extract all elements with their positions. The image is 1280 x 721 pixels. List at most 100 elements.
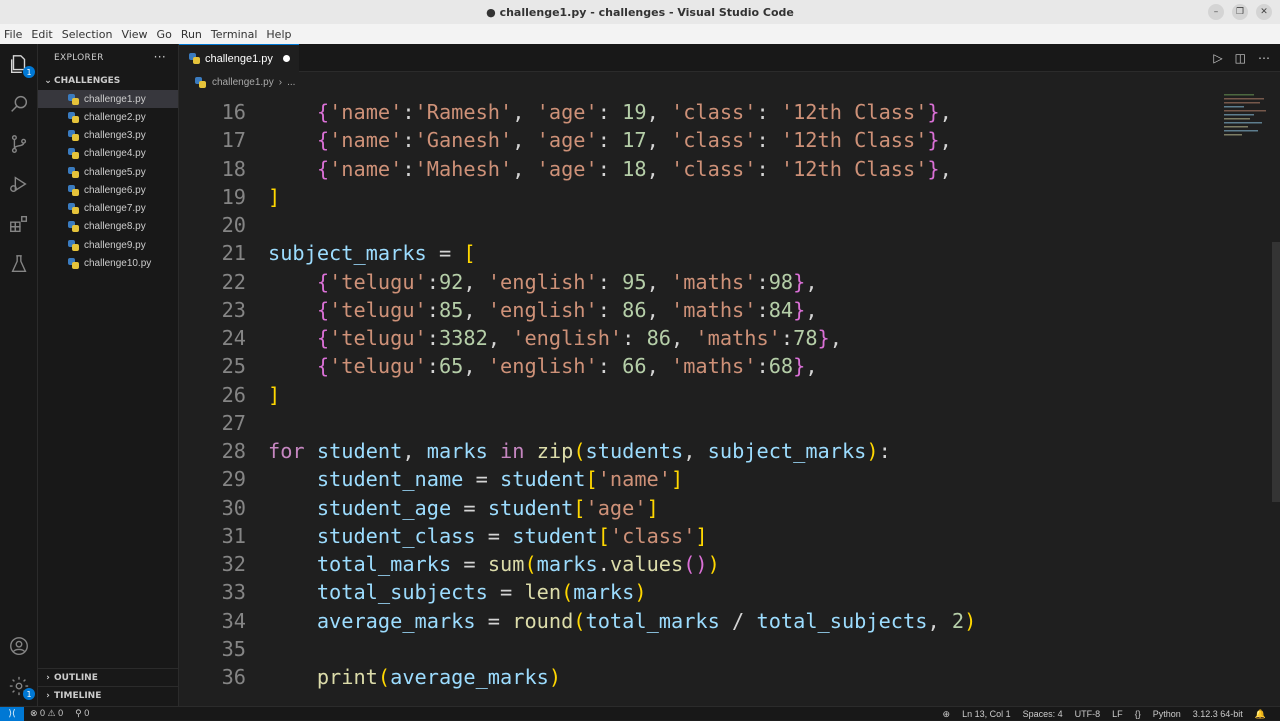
code-token: :: [402, 100, 415, 124]
file-item[interactable]: challenge7.py: [38, 200, 178, 218]
language-mode[interactable]: Python: [1147, 709, 1187, 719]
code-token: 'telugu': [329, 297, 427, 322]
code-line[interactable]: 29 student_name = student['name']: [179, 465, 1219, 493]
eol-status[interactable]: LF: [1106, 709, 1129, 719]
encoding-status[interactable]: UTF-8: [1069, 709, 1107, 719]
line-number: 28: [221, 439, 246, 463]
code-token: 86: [646, 326, 671, 350]
file-item[interactable]: challenge4.py: [38, 145, 178, 163]
code-line[interactable]: 23 {'telugu':85, 'english': 86, 'maths':…: [179, 296, 1219, 324]
code-token: 'Ganesh': [414, 128, 513, 153]
search-icon[interactable]: [7, 92, 31, 116]
menu-item-file[interactable]: File: [0, 28, 27, 41]
account-icon[interactable]: [7, 634, 31, 658]
code-line[interactable]: 19]: [179, 183, 1219, 211]
status-right: ⊕ Ln 13, Col 1 Spaces: 4 UTF-8 LF {} Pyt…: [937, 707, 1272, 721]
minimap[interactable]: [1222, 92, 1272, 152]
python-interpreter[interactable]: 3.12.3 64-bit: [1187, 709, 1249, 719]
code-text: {'telugu':65, 'english': 66, 'maths':68}…: [268, 352, 818, 380]
explorer-header: EXPLORER ···: [38, 44, 178, 72]
unsaved-dot-icon[interactable]: [282, 55, 290, 62]
code-line[interactable]: 21 subject_marks = [: [179, 239, 1219, 267]
run-debug-icon[interactable]: [7, 172, 31, 196]
minimize-icon[interactable]: –: [1208, 4, 1224, 20]
code-token: =: [487, 580, 525, 605]
menu-item-help[interactable]: Help: [262, 28, 296, 41]
file-item[interactable]: challenge9.py: [38, 236, 178, 254]
indentation-status[interactable]: Spaces: 4: [1017, 709, 1069, 719]
code-token: [: [463, 241, 476, 266]
extensions-icon[interactable]: [7, 212, 31, 236]
file-item[interactable]: challenge3.py: [38, 127, 178, 145]
ports-status[interactable]: ⚲ 0: [69, 708, 95, 719]
code-text: student_class = student['class']: [268, 522, 708, 550]
outline-section[interactable]: › OUTLINE: [38, 668, 179, 686]
zoom-icon[interactable]: ⊕: [937, 709, 957, 720]
menu-item-terminal[interactable]: Terminal: [207, 28, 263, 41]
code-line[interactable]: 24 {'telugu':3382, 'english': 86, 'maths…: [179, 324, 1219, 352]
code-token: ,: [646, 156, 671, 181]
tab-challenge1[interactable]: challenge1.py: [179, 44, 299, 72]
vertical-scrollbar[interactable]: [1272, 242, 1280, 502]
code-line[interactable]: 18 {'name':'Mahesh', 'age': 18, 'class':…: [179, 155, 1219, 183]
file-item[interactable]: challenge6.py: [38, 181, 178, 199]
code-line[interactable]: 28 for student, marks in zip(students, su…: [179, 437, 1219, 465]
settings-gear-icon[interactable]: 1: [7, 674, 35, 700]
notifications-icon[interactable]: 🔔: [1249, 709, 1272, 720]
run-file-icon[interactable]: ▷: [1213, 51, 1222, 65]
timeline-section[interactable]: › TIMELINE: [38, 686, 179, 704]
breadcrumb-file[interactable]: challenge1.py: [212, 77, 274, 88]
more-actions-icon[interactable]: ⋯: [1258, 51, 1270, 65]
more-actions-icon[interactable]: ···: [154, 50, 166, 64]
code-line[interactable]: 25 {'telugu':65, 'english': 66, 'maths':…: [179, 352, 1219, 380]
line-number: 36: [221, 665, 246, 689]
file-item[interactable]: challenge10.py: [38, 254, 178, 272]
split-editor-icon[interactable]: ◫: [1235, 51, 1246, 65]
menu-item-run[interactable]: Run: [177, 28, 207, 41]
code-line[interactable]: 35: [179, 635, 1219, 663]
code-line[interactable]: 30 student_age = student['age']: [179, 494, 1219, 522]
code-line[interactable]: 36 print(average_marks): [179, 663, 1219, 691]
file-item[interactable]: challenge5.py: [38, 163, 178, 181]
code-line[interactable]: 27: [179, 409, 1219, 437]
file-item[interactable]: challenge8.py: [38, 218, 178, 236]
code-token: }: [793, 269, 806, 294]
code-line[interactable]: 31 student_class = student['class']: [179, 522, 1219, 550]
code-line[interactable]: 34 average_marks = round(total_marks / t…: [179, 607, 1219, 635]
file-item[interactable]: challenge2.py: [38, 108, 178, 126]
problems-status[interactable]: ⊗ 0 ⚠ 0: [24, 708, 69, 719]
code-line[interactable]: 33 total_subjects = len(marks): [179, 578, 1219, 606]
menu-item-selection[interactable]: Selection: [58, 28, 118, 41]
close-icon[interactable]: ✕: [1256, 4, 1272, 20]
folder-challenges[interactable]: ⌄ CHALLENGES: [38, 72, 178, 90]
code-token: 98: [768, 269, 794, 294]
language-braces-icon[interactable]: {}: [1129, 709, 1147, 719]
code-token: .: [597, 552, 610, 576]
code-line[interactable]: 26]: [179, 381, 1219, 409]
line-number: 33: [221, 580, 246, 605]
line-number: 29: [221, 467, 246, 492]
testing-icon[interactable]: [7, 252, 31, 276]
code-token: 'class': [670, 128, 757, 153]
menu-item-go[interactable]: Go: [153, 28, 177, 41]
code-line[interactable]: 20: [179, 211, 1219, 239]
source-control-icon[interactable]: [7, 132, 31, 156]
code-line[interactable]: 16 {'name':'Ramesh', 'age': 19, 'class':…: [179, 98, 1219, 126]
file-item[interactable]: challenge1.py: [38, 90, 178, 109]
cursor-position[interactable]: Ln 13, Col 1: [956, 709, 1017, 719]
line-number: 23: [221, 297, 246, 322]
code-line[interactable]: 17 {'name':'Ganesh', 'age': 17, 'class':…: [179, 126, 1219, 154]
menu-item-view[interactable]: View: [117, 28, 152, 41]
code-line[interactable]: 22 {'telugu':92, 'english': 95, 'maths':…: [179, 268, 1219, 296]
restore-icon[interactable]: ❐: [1232, 4, 1248, 20]
code-editor[interactable]: 16 {'name':'Ramesh', 'age': 19, 'class':…: [179, 92, 1280, 706]
code-token: 'age': [536, 100, 598, 124]
code-line[interactable]: 32 total_marks = sum(marks.values()): [179, 550, 1219, 578]
breadcrumb-more[interactable]: ...: [287, 77, 295, 88]
code-token: marks: [426, 439, 488, 463]
menu-item-edit[interactable]: Edit: [27, 28, 57, 41]
code-text: total_marks = sum(marks.values()): [268, 550, 720, 578]
remote-icon[interactable]: ⟩⟨: [0, 706, 24, 721]
explorer-icon[interactable]: 1: [7, 52, 35, 78]
